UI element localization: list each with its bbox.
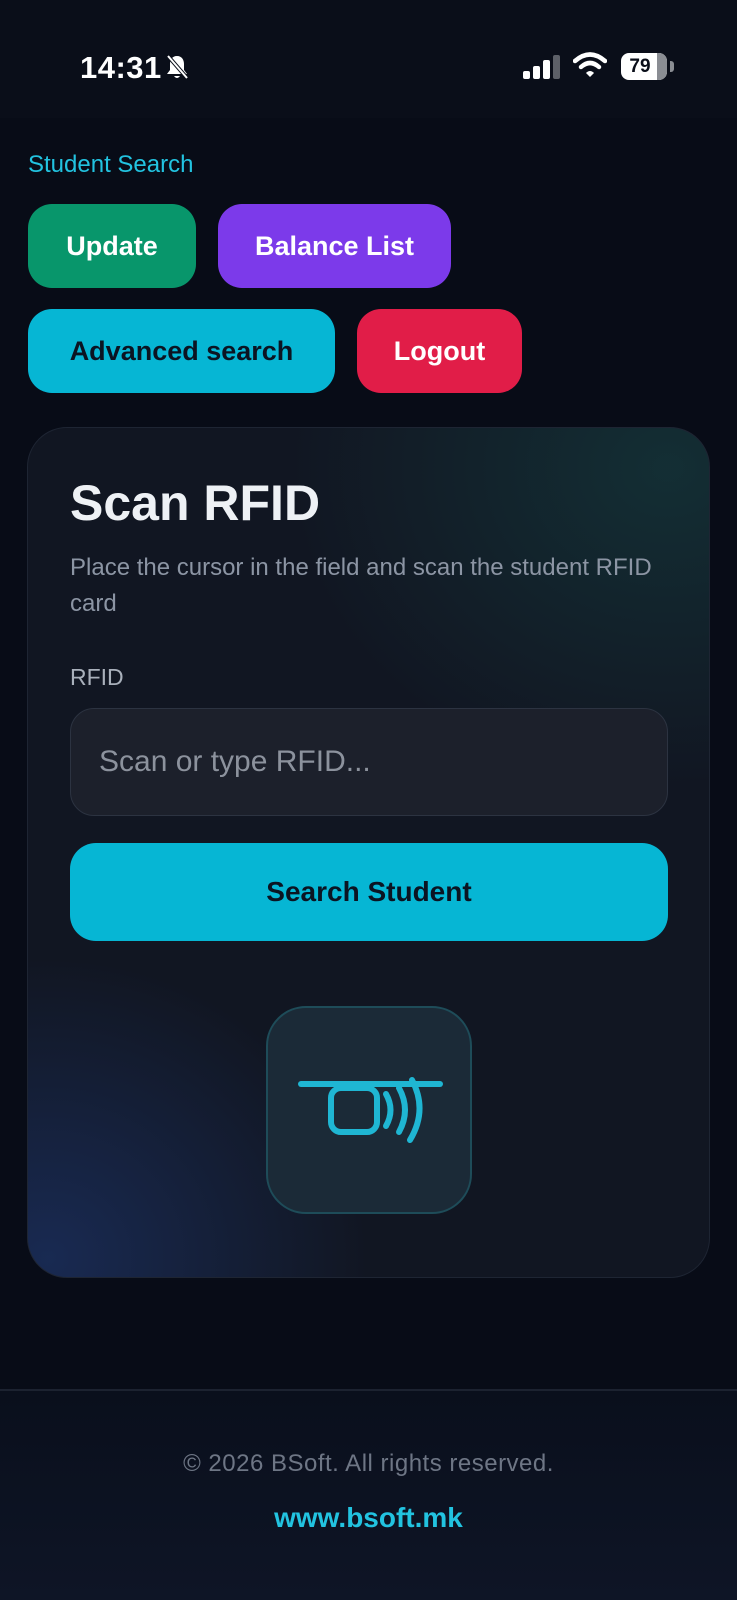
battery-level: 79 bbox=[629, 56, 651, 77]
logout-button[interactable]: Logout bbox=[357, 309, 522, 393]
battery-icon: 79 bbox=[621, 53, 667, 80]
website-link[interactable]: www.bsoft.mk bbox=[0, 1502, 737, 1534]
student-search-link[interactable]: Student Search bbox=[28, 151, 193, 179]
card-title: Scan RFID bbox=[70, 475, 321, 531]
rfid-input[interactable] bbox=[70, 708, 668, 816]
signal-icon bbox=[523, 55, 561, 84]
search-student-button[interactable]: Search Student bbox=[70, 843, 668, 941]
rfid-field-label: RFID bbox=[70, 664, 124, 690]
advanced-search-button[interactable]: Advanced search bbox=[28, 309, 335, 393]
balance-list-button[interactable]: Balance List bbox=[218, 204, 451, 288]
update-button[interactable]: Update bbox=[28, 204, 196, 288]
wifi-icon bbox=[572, 52, 608, 83]
rfid-scan-icon bbox=[266, 1006, 472, 1214]
scan-rfid-card: Scan RFID Place the cursor in the field … bbox=[27, 427, 710, 1278]
card-description: Place the cursor in the field and scan t… bbox=[70, 554, 652, 617]
battery-tip bbox=[670, 61, 674, 72]
status-bar: 14:31 79 bbox=[0, 0, 737, 118]
status-time: 14:31 bbox=[80, 50, 162, 85]
copyright-text: © 2026 BSoft. All rights reserved. bbox=[183, 1450, 554, 1477]
footer bbox=[0, 1391, 737, 1600]
bell-slash-icon bbox=[165, 53, 189, 86]
